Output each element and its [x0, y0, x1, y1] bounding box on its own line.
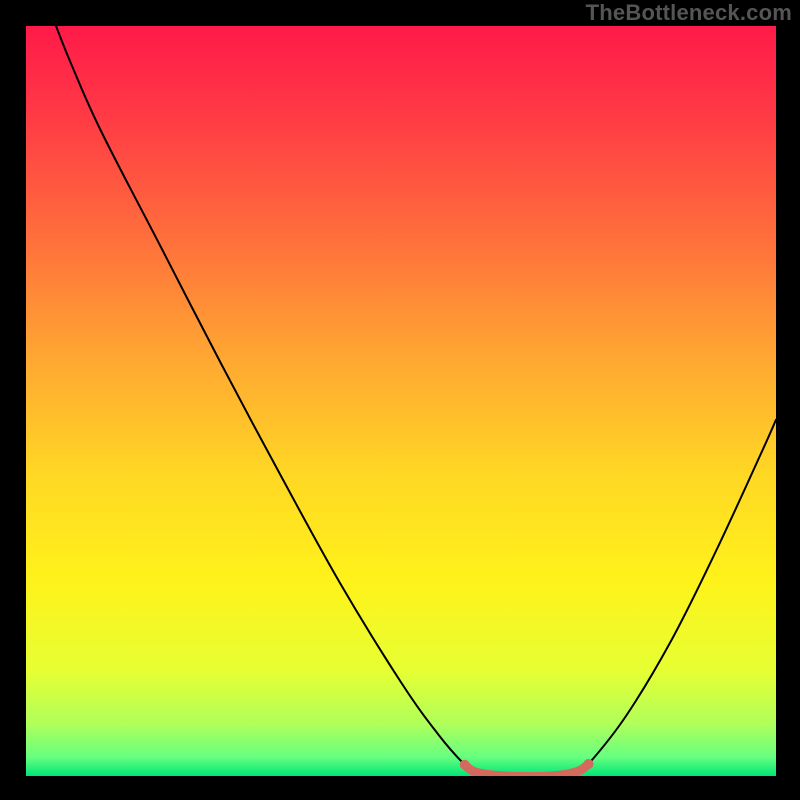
attribution-label: TheBottleneck.com: [586, 0, 792, 26]
chart-container: TheBottleneck.com: [0, 0, 800, 800]
bottleneck-chart: [26, 26, 776, 776]
gradient-background: [26, 26, 776, 776]
optimal-band-end-dot: [584, 759, 594, 769]
optimal-band-start-dot: [460, 760, 470, 770]
